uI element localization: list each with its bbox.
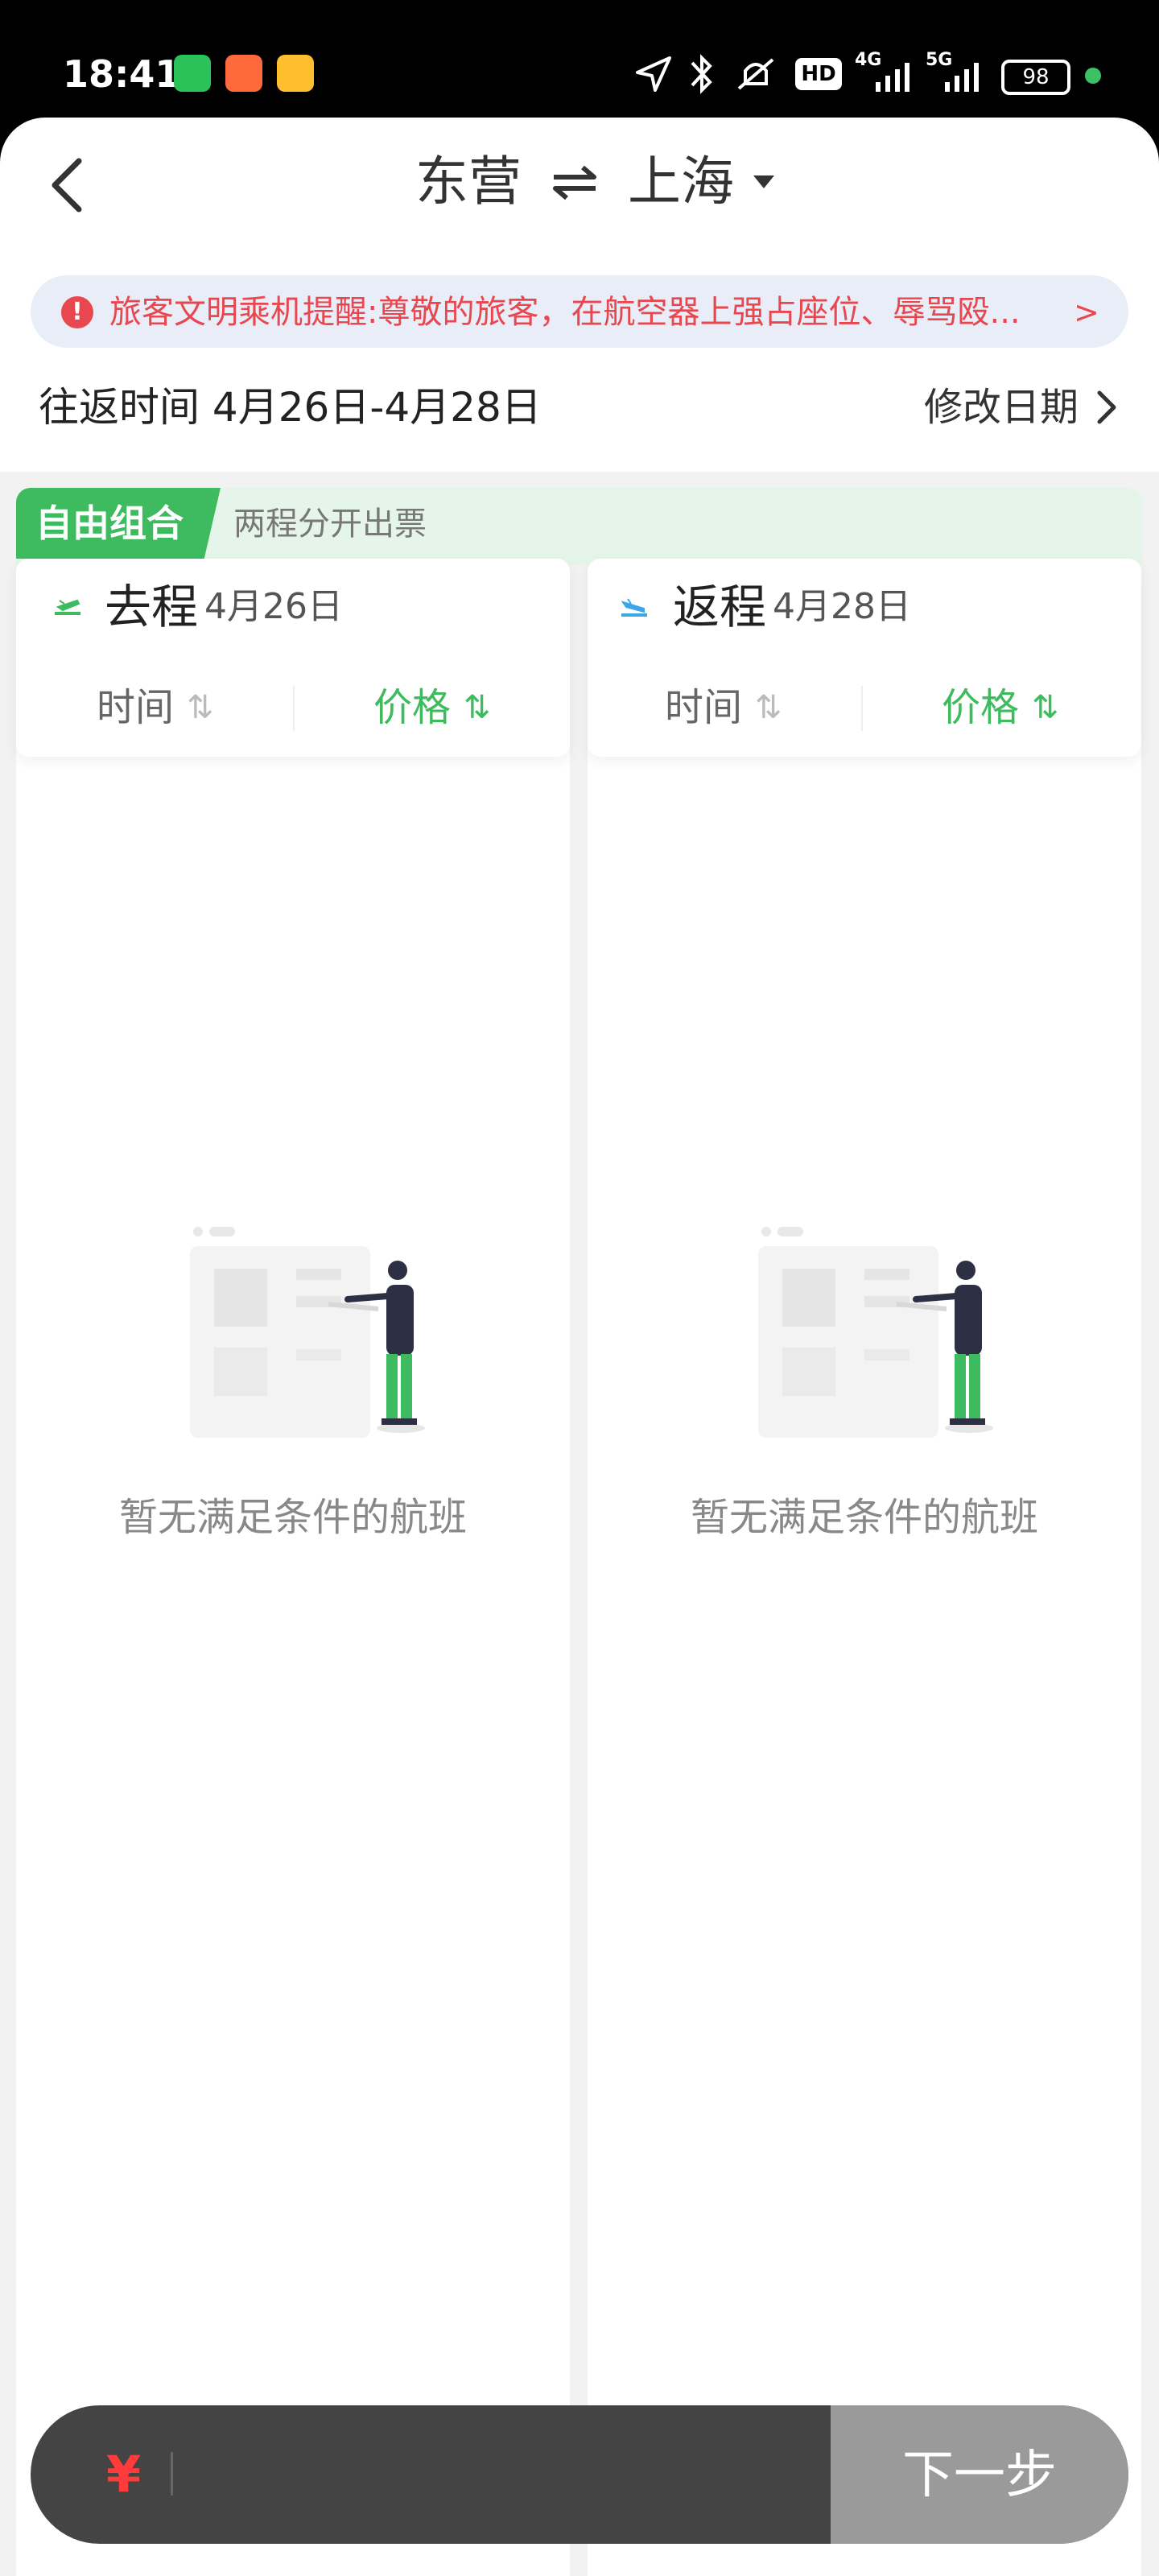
sort-arrows-icon: ⇅ bbox=[755, 689, 782, 726]
empty-state-illustration bbox=[190, 1227, 425, 1438]
divider bbox=[293, 686, 295, 731]
sort-arrows-icon: ⇅ bbox=[187, 689, 214, 726]
battery-indicator: 98 bbox=[1001, 60, 1070, 95]
return-list[interactable] bbox=[588, 559, 1141, 2576]
chevron-right-icon: > bbox=[1074, 295, 1099, 330]
outbound-title: 去程 bbox=[105, 580, 199, 634]
swap-icon[interactable] bbox=[551, 161, 599, 204]
return-empty-text: 暂无满足条件的航班 bbox=[690, 1495, 1038, 1540]
price-placeholder bbox=[171, 2452, 173, 2496]
outbound-date: 4月26日 bbox=[204, 586, 343, 627]
return-date: 4月28日 bbox=[773, 586, 911, 627]
outbound-empty-text: 暂无满足条件的航班 bbox=[118, 1495, 467, 1540]
wechat-icon bbox=[174, 55, 211, 92]
return-title: 返程 bbox=[673, 580, 767, 634]
bluetooth-icon bbox=[691, 54, 712, 94]
route-to[interactable]: 上海 bbox=[628, 150, 734, 214]
chevron-right-icon[interactable] bbox=[1095, 390, 1119, 425]
weibo-icon bbox=[277, 55, 314, 92]
signal-icon bbox=[876, 63, 909, 92]
outbound-sort-price[interactable]: 价格 bbox=[373, 679, 451, 736]
alert-icon: ! bbox=[61, 296, 93, 328]
empty-state-illustration bbox=[758, 1227, 993, 1438]
trip-dates: 往返时间 4月26日-4月28日 bbox=[39, 384, 542, 431]
return-sort-price[interactable]: 价格 bbox=[942, 679, 1019, 736]
currency-symbol: ¥ bbox=[106, 2445, 142, 2504]
return-sort-time[interactable]: 时间 bbox=[665, 679, 742, 736]
divider bbox=[861, 686, 863, 731]
status-time: 18:41 bbox=[63, 52, 181, 96]
hd-badge: HD bbox=[795, 58, 842, 90]
back-arrow-icon[interactable] bbox=[45, 153, 93, 217]
dropdown-caret-icon[interactable] bbox=[753, 175, 774, 188]
sort-arrows-icon: ⇅ bbox=[464, 689, 491, 726]
departure-plane-icon bbox=[55, 599, 80, 615]
outbound-sort-time[interactable]: 时间 bbox=[97, 679, 174, 736]
outbound-list[interactable] bbox=[16, 559, 570, 2576]
combo-subtitle: 两程分开出票 bbox=[233, 506, 427, 543]
mute-icon bbox=[737, 58, 774, 90]
signal-icon-2 bbox=[945, 63, 979, 92]
combo-tag-label: 自由组合 bbox=[35, 502, 184, 545]
privacy-dot bbox=[1085, 68, 1101, 84]
app-icon bbox=[225, 55, 262, 92]
arrival-plane-icon bbox=[621, 598, 647, 617]
route-from[interactable]: 东营 bbox=[415, 150, 522, 214]
next-step-label[interactable]: 下一步 bbox=[831, 2439, 1128, 2512]
location-icon bbox=[636, 56, 671, 92]
modify-date-button[interactable]: 修改日期 bbox=[924, 378, 1079, 436]
notice-text: 旅客文明乘机提醒:尊敬的旅客，在航空器上强占座位、辱骂殴... bbox=[109, 294, 1021, 331]
sort-arrows-icon: ⇅ bbox=[1032, 689, 1059, 726]
